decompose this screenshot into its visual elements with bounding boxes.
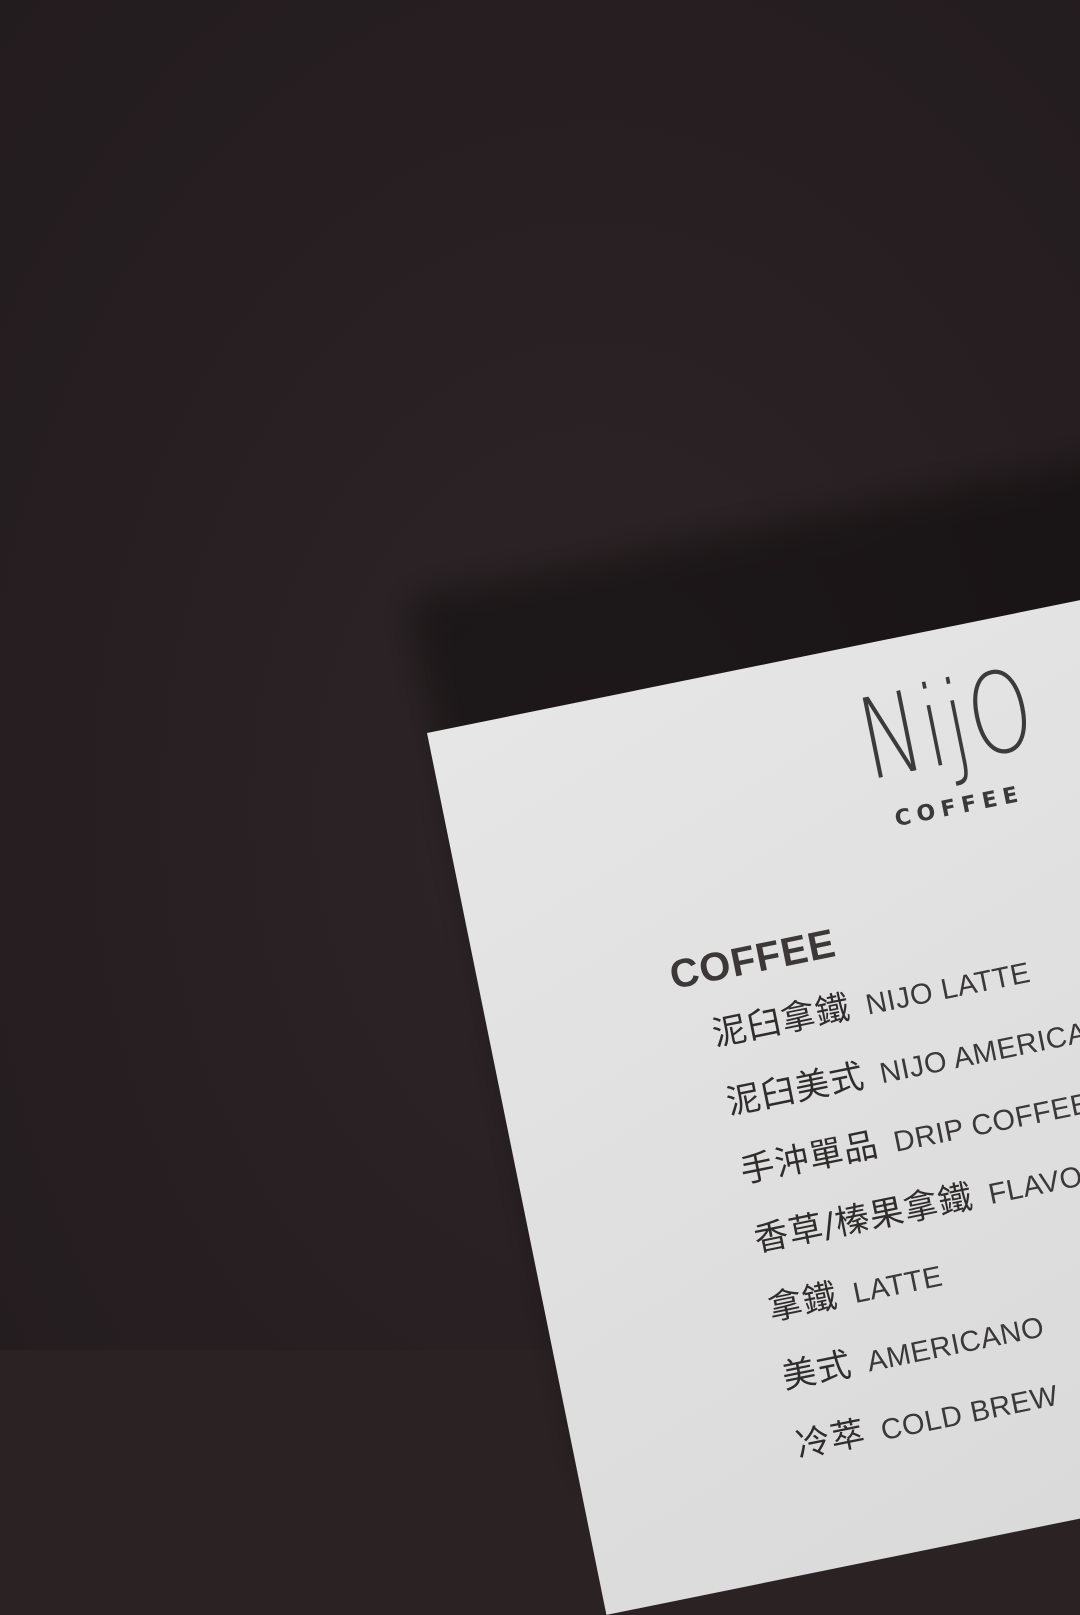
brand-logo: NijO COFFEE: [819, 644, 1074, 842]
menu-card: NijO COFFEE COFFEE 泥臼拿鐵 NIJO LATTE 泥臼美式 …: [427, 581, 1080, 1615]
menu-item-name-en: NIJO LATTE: [863, 956, 1034, 1022]
menu-item-name-zh: 泥臼拿鐵: [708, 987, 855, 1055]
logo-wordmark: NijO: [848, 644, 1046, 807]
menu-item-name-en: LATTE: [850, 1260, 946, 1310]
menu-list: 泥臼拿鐵 NIJO LATTE 泥臼美式 NIJO AMERICANO 手沖單品…: [707, 917, 1080, 1488]
